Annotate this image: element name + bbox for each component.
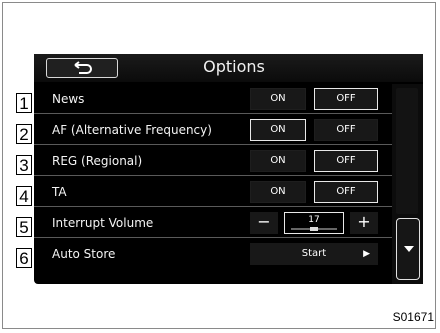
page-title: Options <box>203 57 265 76</box>
option-label: Interrupt Volume <box>52 216 154 230</box>
options-screen: Options News ON OFF AF (Alternative Freq… <box>34 54 423 284</box>
back-arrow-icon <box>74 61 92 74</box>
option-label: REG (Regional) <box>52 154 143 168</box>
news-on-button[interactable]: ON <box>250 88 306 110</box>
option-row-ta: TA ON OFF <box>34 177 392 207</box>
news-off-button[interactable]: OFF <box>314 88 378 110</box>
scroll-down-button[interactable] <box>396 218 420 280</box>
callout-4: 4 <box>16 186 32 206</box>
scroll-position-indicator <box>396 88 418 214</box>
ta-on-button[interactable]: ON <box>250 181 306 203</box>
option-label: AF (Alternative Frequency) <box>52 123 212 137</box>
callout-5: 5 <box>16 217 32 237</box>
option-row-news: News ON OFF <box>34 84 392 114</box>
af-on-button[interactable]: ON <box>250 119 306 141</box>
af-off-button[interactable]: OFF <box>314 119 378 141</box>
reg-off-button[interactable]: OFF <box>314 150 378 172</box>
option-label: TA <box>52 185 67 199</box>
ta-off-button[interactable]: OFF <box>314 181 378 203</box>
figure-code: S01671 <box>392 310 434 324</box>
option-row-auto-store: Auto Store Start ▶ <box>34 239 392 269</box>
volume-value: 17 <box>308 215 320 225</box>
option-row-af: AF (Alternative Frequency) ON OFF <box>34 115 392 145</box>
auto-store-start-button[interactable]: Start ▶ <box>250 243 378 265</box>
reg-on-button[interactable]: ON <box>250 150 306 172</box>
scrollbar <box>392 84 423 284</box>
play-arrow-icon: ▶ <box>363 249 370 259</box>
back-button[interactable] <box>46 58 118 78</box>
option-row-interrupt-volume: Interrupt Volume − 17 + <box>34 208 392 238</box>
volume-level-indicator <box>310 227 318 231</box>
volume-decrease-button[interactable]: − <box>250 212 278 234</box>
option-label: Auto Store <box>52 247 116 261</box>
header-bar: Options <box>34 54 423 82</box>
start-label: Start <box>301 248 327 259</box>
chevron-down-icon <box>404 246 414 252</box>
callout-1: 1 <box>16 93 32 113</box>
callout-2: 2 <box>16 124 32 144</box>
option-label: News <box>52 92 85 106</box>
callout-3: 3 <box>16 155 32 175</box>
volume-increase-button[interactable]: + <box>350 212 378 234</box>
callout-6: 6 <box>16 248 32 268</box>
option-row-reg: REG (Regional) ON OFF <box>34 146 392 176</box>
volume-display: 17 <box>284 212 344 234</box>
